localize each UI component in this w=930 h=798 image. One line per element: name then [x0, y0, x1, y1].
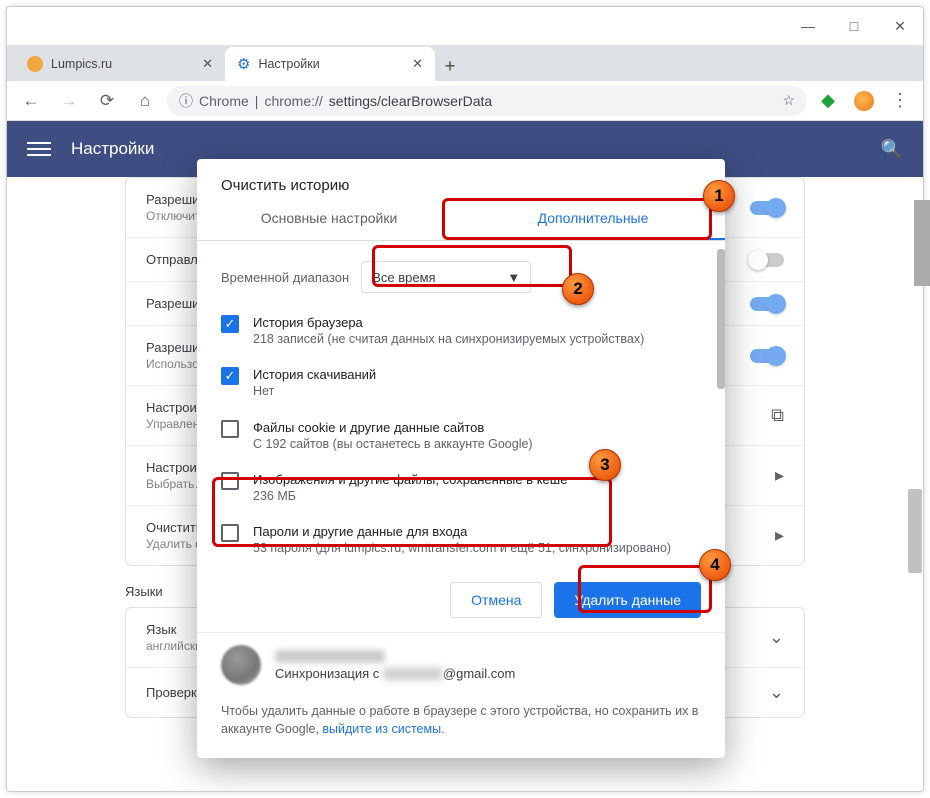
clear-data-button[interactable]: Удалить данные [554, 582, 701, 618]
account-name-blur [275, 650, 385, 663]
chevron-down-icon: ⌄ [769, 682, 784, 703]
option-sub: 218 записей (не считая данных на синхрон… [253, 331, 644, 347]
tab-settings[interactable]: ⚙ Настройки ✕ [225, 47, 435, 81]
sync-label: Синхронизация с [275, 666, 383, 681]
checkbox[interactable]: ✓ [221, 315, 239, 333]
close-tab-icon[interactable]: ✕ [412, 56, 423, 72]
annotation-badge-4: 4 [699, 549, 731, 581]
avatar [221, 645, 261, 685]
toggle-switch[interactable] [750, 253, 784, 267]
option-sub: Нет [253, 383, 376, 399]
select-value: Все время [372, 270, 435, 285]
note-text: Чтобы удалить данные о работе в браузере… [221, 704, 698, 736]
email-blur [383, 668, 443, 680]
checkbox[interactable]: ✓ [221, 367, 239, 385]
clear-data-dialog: Очистить историю Основные настройки Допо… [197, 159, 725, 758]
checkbox[interactable] [221, 472, 239, 490]
maximize-button[interactable]: □ [831, 7, 877, 45]
time-range-select[interactable]: Все время ▼ [361, 261, 531, 293]
email-suffix: @gmail.com [443, 666, 515, 681]
back-button[interactable]: ← [15, 85, 47, 117]
dialog-title: Очистить историю [197, 159, 725, 198]
extension-shield-icon[interactable]: ◆ [813, 86, 843, 116]
url-scheme: Chrome [199, 93, 249, 109]
option-download-history[interactable]: ✓ История скачиванийНет [221, 357, 701, 409]
option-title: Пароли и другие данные для входа [253, 524, 671, 539]
toggle-switch[interactable] [750, 349, 784, 363]
time-range-label: Временной диапазон [221, 270, 349, 285]
close-tab-icon[interactable]: ✕ [202, 56, 213, 72]
checkbox[interactable] [221, 420, 239, 438]
browser-tabstrip: Lumpics.ru ✕ ⚙ Настройки ✕ + [7, 45, 923, 81]
favicon-lumpics [27, 56, 43, 72]
settings-title: Настройки [71, 139, 154, 159]
tab-lumpics[interactable]: Lumpics.ru ✕ [15, 47, 225, 81]
url-host: chrome:// [264, 93, 322, 109]
search-icon[interactable]: 🔍 [881, 139, 903, 160]
browser-menu-button[interactable]: ⋮ [885, 86, 915, 116]
sync-account-row: Синхронизация с @gmail.com [197, 632, 725, 697]
option-passwords[interactable]: Пароли и другие данные для входа53 парол… [221, 514, 701, 566]
favicon-settings-icon: ⚙ [237, 55, 250, 73]
site-info-icon[interactable]: ⓘ [179, 91, 193, 111]
cancel-button[interactable]: Отмена [450, 582, 542, 618]
sign-out-link[interactable]: выйдите из системы [322, 722, 441, 736]
external-link-icon: ⧉ [771, 405, 784, 426]
outer-scrollbar[interactable] [914, 200, 930, 286]
annotation-badge-1: 1 [703, 180, 735, 212]
option-sub: 53 пароля (для lumpics.ru, wmtransfer.co… [253, 540, 671, 556]
option-title: Файлы cookie и другие данные сайтов [253, 420, 533, 435]
annotation-badge-2: 2 [562, 273, 594, 305]
option-cookies[interactable]: Файлы cookie и другие данные сайтовС 192… [221, 410, 701, 462]
option-title: История скачиваний [253, 367, 376, 382]
url-sep: | [255, 93, 259, 109]
scrollbar-thumb[interactable] [908, 489, 922, 573]
window-titlebar: — □ ✕ [7, 7, 923, 45]
option-title: Изображения и другие файлы, сохраненные … [253, 472, 567, 487]
reload-button[interactable]: ⟳ [91, 85, 123, 117]
option-sub: 236 МБ [253, 488, 567, 504]
option-cache[interactable]: Изображения и другие файлы, сохраненные … [221, 462, 701, 514]
checkbox[interactable] [221, 524, 239, 542]
tab-advanced[interactable]: Дополнительные [461, 198, 725, 240]
bookmark-star-icon[interactable]: ☆ [782, 92, 795, 109]
new-tab-button[interactable]: + [435, 51, 465, 81]
option-sub: С 192 сайтов (вы останетесь в аккаунте G… [253, 436, 533, 452]
chevron-right-icon: ▸ [775, 465, 784, 486]
dialog-tabs: Основные настройки Дополнительные [197, 198, 725, 241]
url-path: settings/clearBrowserData [329, 93, 492, 109]
menu-icon[interactable] [27, 137, 51, 161]
chevron-right-icon: ▸ [775, 525, 784, 546]
close-window-button[interactable]: ✕ [877, 7, 923, 45]
tab-basic[interactable]: Основные настройки [197, 198, 461, 240]
address-bar: ← → ⟳ ⌂ ⓘ Chrome | chrome:// settings/cle… [7, 81, 923, 121]
minimize-button[interactable]: — [785, 7, 831, 45]
annotation-badge-3: 3 [589, 449, 621, 481]
url-input[interactable]: ⓘ Chrome | chrome:// settings/clearBrowse… [167, 86, 807, 116]
option-browsing-history[interactable]: ✓ История браузера218 записей (не считая… [221, 305, 701, 357]
option-title: История браузера [253, 315, 644, 330]
home-button[interactable]: ⌂ [129, 85, 161, 117]
toggle-switch[interactable] [750, 201, 784, 215]
chevron-down-icon: ⌄ [769, 627, 784, 648]
dialog-footnote: Чтобы удалить данные о работе в браузере… [197, 697, 725, 758]
dropdown-arrow-icon: ▼ [507, 270, 520, 285]
toggle-switch[interactable] [750, 297, 784, 311]
forward-button[interactable]: → [53, 85, 85, 117]
tab-title: Настройки [258, 57, 404, 71]
extension-icon[interactable] [849, 86, 879, 116]
note-text: . [441, 722, 444, 736]
tab-title: Lumpics.ru [51, 57, 194, 71]
